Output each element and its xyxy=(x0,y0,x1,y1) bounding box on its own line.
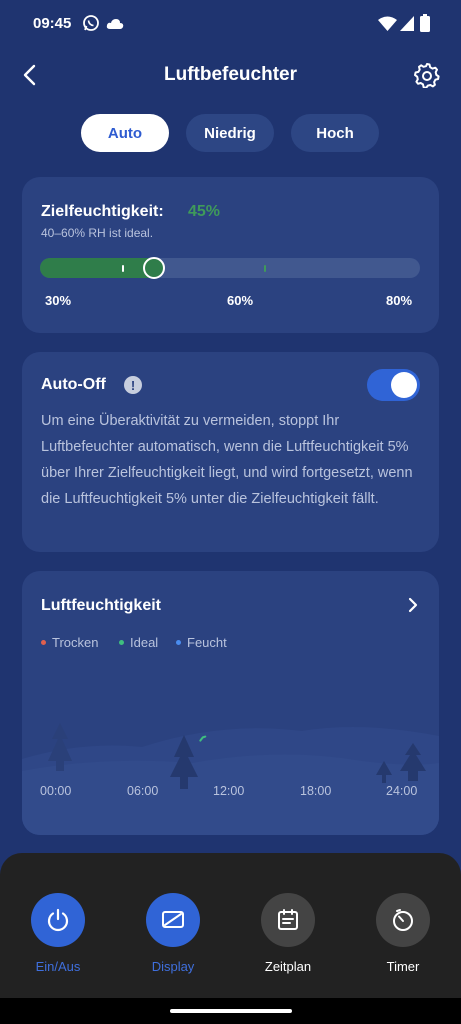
status-time: 09:45 xyxy=(33,15,72,32)
x-tick-label: 06:00 xyxy=(127,784,159,798)
chart-title: Luftfeuchtigkeit xyxy=(41,597,161,614)
signal-icon xyxy=(400,16,414,36)
status-bar: 09:45 xyxy=(0,0,461,50)
x-tick-label: 18:00 xyxy=(300,784,332,798)
slider-fill xyxy=(40,258,154,278)
chevron-right-icon[interactable] xyxy=(404,595,422,615)
cloud-icon xyxy=(106,17,124,35)
bottom-control-panel: Ein/Aus Display Zeitplan Timer xyxy=(0,853,461,998)
x-tick-label: 24:00 xyxy=(386,784,418,798)
target-humidity-label: Zielfeuchtigkeit: xyxy=(41,203,164,220)
gear-icon xyxy=(414,63,440,89)
legend-dot-green xyxy=(119,640,124,645)
display-label: Display xyxy=(151,959,195,974)
wifi-icon xyxy=(378,16,397,36)
auto-off-card: Auto-Off ! Um eine Überaktivität zu verm… xyxy=(22,352,439,552)
tab-hoch[interactable]: Hoch xyxy=(291,114,379,152)
humidity-slider[interactable] xyxy=(40,257,420,279)
timer-icon xyxy=(393,909,413,931)
timer-button[interactable] xyxy=(376,893,430,947)
power-icon xyxy=(47,908,69,932)
auto-off-description: Um eine Überaktivität zu vermeiden, stop… xyxy=(41,413,413,507)
toggle-knob xyxy=(391,372,417,398)
slider-thumb[interactable] xyxy=(143,257,165,279)
target-humidity-value: 45% xyxy=(188,203,221,220)
target-humidity-card: Zielfeuchtigkeit: 45% 40–60% RH ist idea… xyxy=(22,177,439,333)
scale-label-max: 80% xyxy=(386,293,413,308)
x-tick-label: 00:00 xyxy=(40,784,72,798)
legend-trocken: Trocken xyxy=(41,635,98,650)
scale-label-min: 30% xyxy=(45,293,72,308)
info-icon[interactable]: ! xyxy=(124,376,142,394)
slider-tick-ideal-max xyxy=(264,265,266,272)
calendar-icon xyxy=(278,909,298,930)
home-indicator[interactable] xyxy=(170,1009,292,1013)
display-icon xyxy=(162,911,184,928)
legend-feucht: Feucht xyxy=(176,635,227,650)
schedule-label: Zeitplan xyxy=(264,959,312,974)
tab-auto[interactable]: Auto xyxy=(81,114,169,152)
display-button[interactable] xyxy=(146,893,200,947)
legend-label: Feucht xyxy=(187,635,227,650)
legend-dot-red xyxy=(41,640,46,645)
scale-label-mid: 60% xyxy=(227,293,254,308)
legend-ideal: Ideal xyxy=(119,635,158,650)
power-label: Ein/Aus xyxy=(35,959,81,974)
humidity-chart-card[interactable]: Luftfeuchtigkeit Trocken Ideal Feucht 00… xyxy=(22,571,439,835)
legend-label: Trocken xyxy=(52,635,99,650)
auto-off-title: Auto-Off xyxy=(41,376,106,393)
x-tick-label: 12:00 xyxy=(213,784,245,798)
whatsapp-icon xyxy=(82,14,100,37)
target-humidity-hint: 40–60% RH ist ideal. xyxy=(41,226,154,240)
slider-tick-ideal-min xyxy=(122,265,124,272)
settings-button[interactable] xyxy=(414,62,440,89)
page-title: Luftbefeuchter xyxy=(164,64,297,85)
system-nav-bar xyxy=(0,998,461,1024)
schedule-button[interactable] xyxy=(261,893,315,947)
battery-icon xyxy=(420,14,430,37)
auto-off-toggle[interactable] xyxy=(367,369,420,401)
legend-dot-blue xyxy=(176,640,181,645)
power-button[interactable] xyxy=(31,893,85,947)
timer-label: Timer xyxy=(386,959,420,974)
legend-label: Ideal xyxy=(130,635,159,650)
tab-niedrig[interactable]: Niedrig xyxy=(186,114,274,152)
